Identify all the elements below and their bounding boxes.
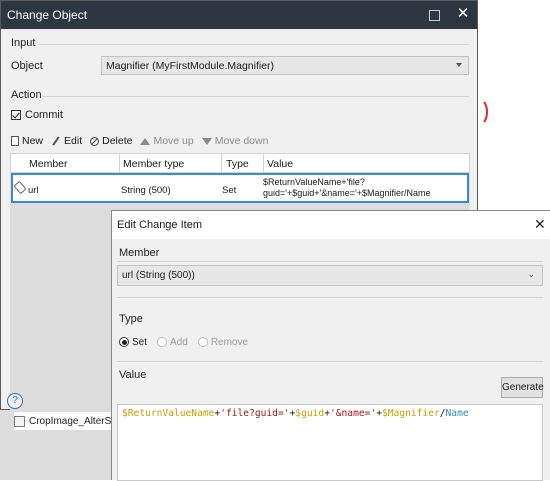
object-label: Object: [11, 60, 43, 72]
type-section-divider-top: [117, 297, 543, 298]
chevron-down-icon: ⌄: [527, 269, 535, 279]
edit-change-item-dialog: Edit Change Item ✕ Member url (String (5…: [111, 210, 550, 481]
move-up-button[interactable]: Move up: [140, 135, 194, 147]
close-icon[interactable]: ✕: [456, 5, 470, 23]
column-header-value[interactable]: Value: [267, 158, 293, 170]
expression-token: Name: [445, 408, 469, 419]
move-down-button[interactable]: Move down: [201, 135, 268, 147]
expression-token: 'file?guid=': [220, 408, 290, 419]
background-window: [478, 0, 550, 210]
type-radio-group: Set Add Remove: [119, 335, 258, 349]
edit-button[interactable]: Edit: [51, 135, 82, 147]
radio-button[interactable]: [119, 337, 129, 347]
expression-token: '&name=': [329, 408, 377, 419]
member-section-label: Member: [119, 247, 160, 259]
radio-add[interactable]: Add: [157, 337, 188, 348]
radio-remove[interactable]: Remove: [197, 337, 248, 348]
arrow-down-icon: [201, 137, 212, 145]
dropdown-arrow-icon: [456, 63, 462, 67]
maximize-icon[interactable]: [429, 10, 440, 21]
member-select[interactable]: url (String (500)) ⌄: [117, 265, 543, 286]
delete-icon: [90, 136, 100, 146]
tag-icon: [13, 180, 27, 195]
change-object-titlebar: Change Object ✕: [1, 1, 477, 29]
pencil-icon: [52, 136, 60, 146]
member-section-divider: [117, 261, 543, 262]
new-document-icon: [11, 136, 19, 146]
expression-token: $guid: [295, 408, 325, 419]
column-divider: [221, 154, 222, 172]
edit-change-item-titlebar: Edit Change Item ✕: [112, 211, 550, 239]
object-select[interactable]: Magnifier (MyFirstModule.Magnifier): [101, 56, 469, 75]
column-header-type[interactable]: Type: [226, 158, 249, 170]
expression-editor[interactable]: $ReturnValueName+'file?guid='+$guid+'&na…: [117, 404, 543, 481]
generate-button[interactable]: Generate: [501, 377, 544, 398]
input-section-label: Input: [11, 37, 36, 49]
radio-button[interactable]: [157, 337, 168, 347]
arrow-up-icon: [140, 137, 151, 145]
delete-button[interactable]: Delete: [90, 135, 132, 147]
column-divider: [119, 154, 120, 172]
members-grid-header: Member Member type Type Value: [10, 153, 470, 173]
close-icon[interactable]: ✕: [534, 216, 546, 233]
cell-value: $ReturnValueName+'file?guid='+$guid+'&na…: [263, 177, 431, 198]
expression-token: $Magnifier: [381, 408, 440, 419]
value-section-label: Value: [119, 369, 147, 381]
expression-text[interactable]: $ReturnValueName+'file?guid='+$guid+'&na…: [122, 408, 469, 419]
cell-member-type: String (500): [121, 185, 171, 196]
commit-checkbox-row[interactable]: Commit: [11, 109, 63, 121]
commit-label: Commit: [25, 109, 63, 121]
table-row[interactable]: url String (500) Set $ReturnValueName+'f…: [11, 173, 469, 203]
commit-checkbox[interactable]: [11, 110, 21, 120]
new-button[interactable]: New: [11, 135, 43, 147]
change-object-title: Change Object: [7, 8, 88, 22]
cell-type: Set: [222, 185, 237, 196]
column-header-member[interactable]: Member: [29, 158, 68, 170]
value-section-divider-top: [117, 361, 543, 362]
column-divider: [263, 154, 264, 172]
member-toolbar: New Edit Delete Move up Move down: [11, 133, 276, 149]
member-select-value: url (String (500)): [122, 270, 195, 281]
action-section-divider: [43, 96, 469, 97]
help-icon[interactable]: ?: [7, 393, 23, 409]
cell-member: url: [28, 185, 39, 196]
column-header-member-type[interactable]: Member type: [123, 158, 184, 170]
radio-button[interactable]: [197, 337, 208, 347]
expression-token: $ReturnValueName: [122, 408, 215, 419]
input-section-divider: [39, 44, 469, 45]
snippet-icon: [14, 415, 25, 427]
type-section-label: Type: [119, 313, 143, 325]
edit-change-item-title: Edit Change Item: [117, 219, 202, 231]
radio-set[interactable]: Set: [119, 337, 147, 348]
object-select-value: Magnifier (MyFirstModule.Magnifier): [106, 60, 275, 72]
action-section-label: Action: [11, 89, 42, 101]
